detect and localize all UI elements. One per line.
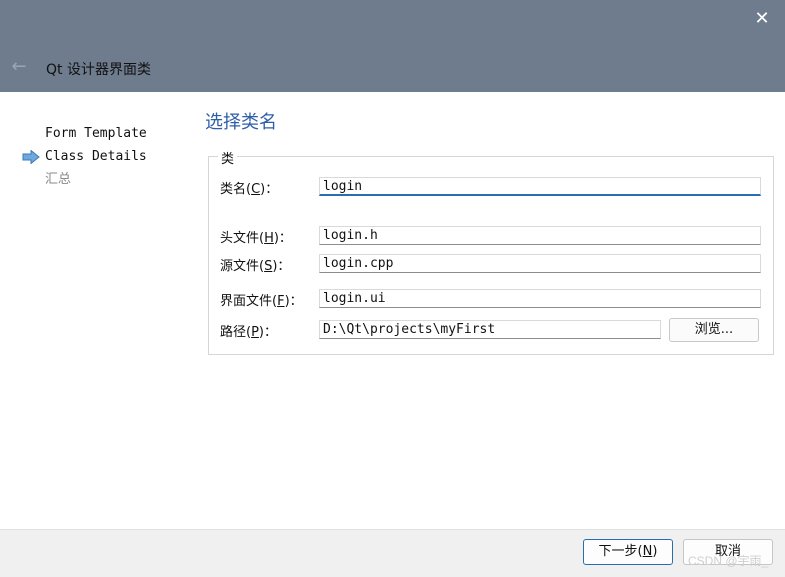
browse-button[interactable]: 浏览...: [669, 318, 759, 342]
step-summary: 汇总: [22, 172, 147, 195]
form-file-input[interactable]: login.ui: [319, 289, 761, 308]
next-button[interactable]: 下一步(N): [583, 539, 673, 565]
step-label: Form Template: [45, 126, 147, 141]
close-icon[interactable]: ✕: [751, 8, 773, 30]
header-file-label: 头文件(H)：: [220, 231, 292, 246]
wizard-steps: Form Template Class Details 汇总: [22, 126, 147, 195]
form-file-label: 界面文件(F)：: [220, 294, 303, 309]
step-label: Class Details: [45, 149, 147, 164]
class-name-input[interactable]: login: [319, 177, 761, 196]
path-label: 路径(P)：: [220, 325, 277, 340]
groupbox-title: 类: [218, 148, 238, 167]
page-title: 选择类名: [205, 112, 277, 133]
path-input[interactable]: D:\Qt\projects\myFirst: [319, 320, 661, 339]
source-file-input[interactable]: login.cpp: [319, 254, 761, 273]
step-form-template: Form Template: [22, 126, 147, 149]
back-arrow-icon[interactable]: ←: [8, 56, 30, 78]
title-bar: ✕ ← Qt 设计器界面类: [0, 0, 785, 92]
step-class-details: Class Details: [22, 149, 147, 172]
source-file-label: 源文件(S)：: [220, 259, 291, 274]
window-title: Qt 设计器界面类: [46, 62, 151, 78]
header-file-input[interactable]: login.h: [319, 226, 761, 245]
current-step-arrow-icon: [22, 150, 40, 164]
class-name-label: 类名(C)：: [220, 182, 279, 197]
step-label: 汇总: [45, 172, 72, 187]
watermark: CSDN @宇雨_: [688, 554, 769, 568]
